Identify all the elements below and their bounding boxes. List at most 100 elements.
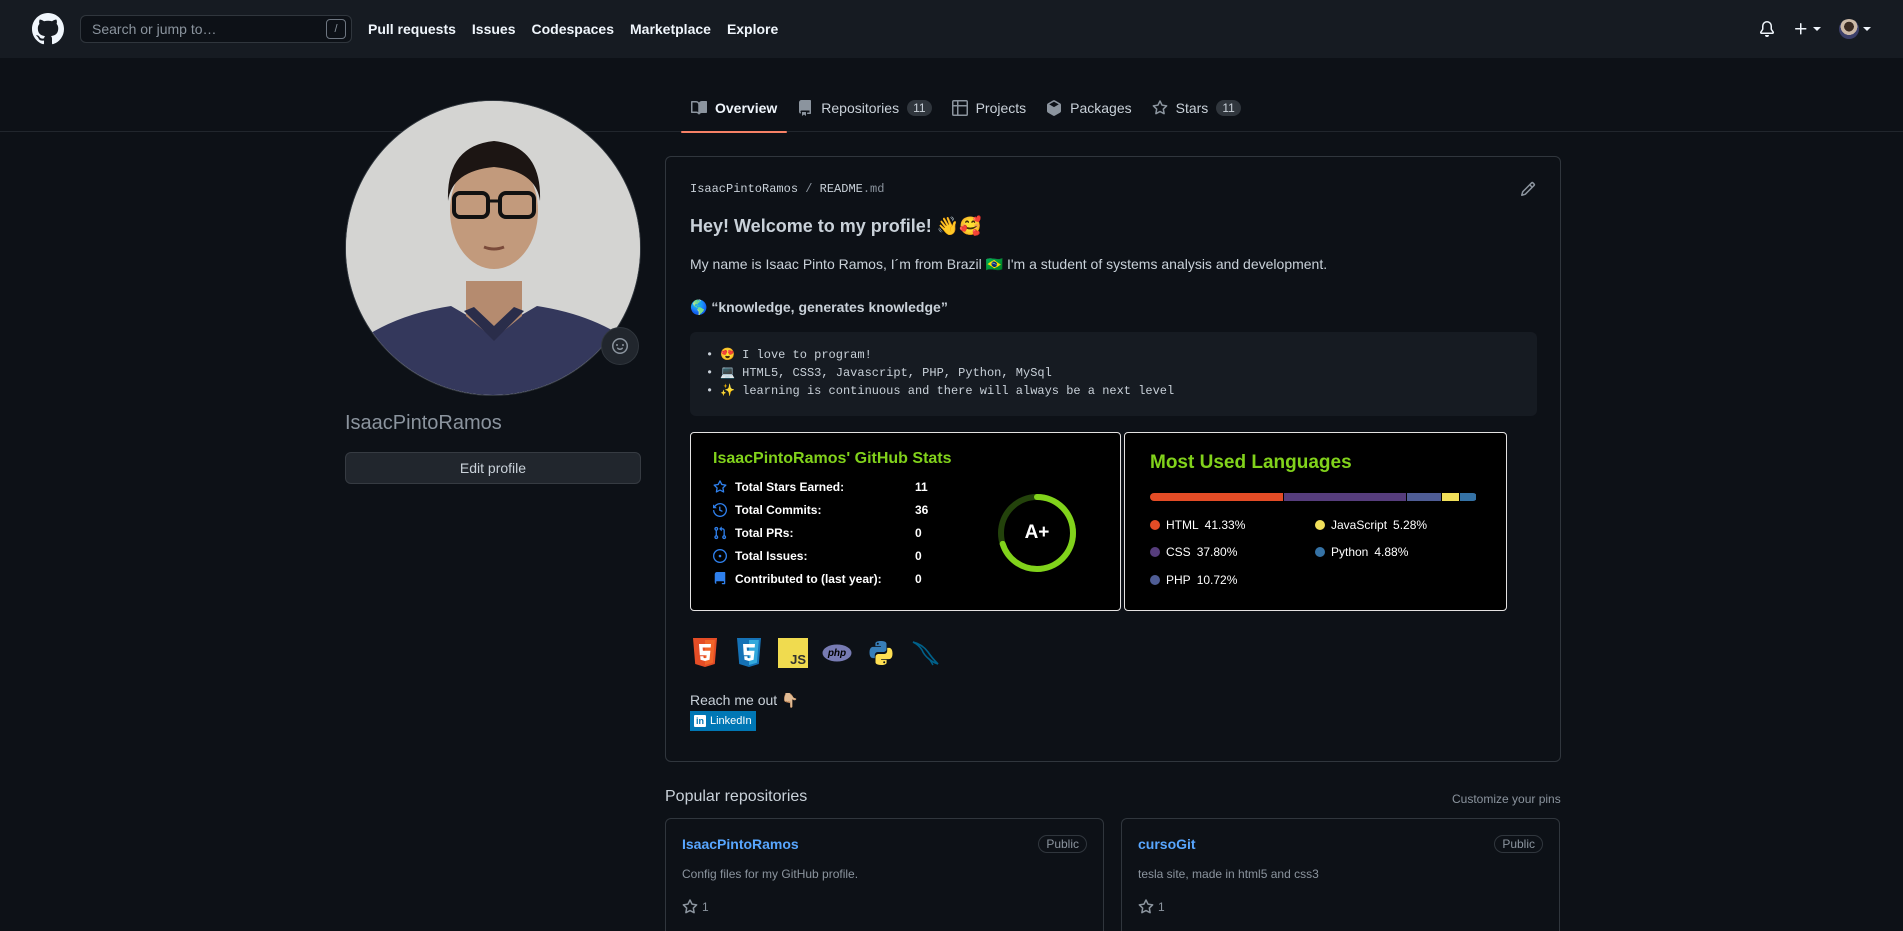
tab-overview[interactable]: Overview xyxy=(681,84,788,133)
tab-repositories-label: Repositories xyxy=(821,100,900,116)
list-item: 💻 HTML5, CSS3, Javascript, PHP, Python, … xyxy=(706,364,1521,382)
issue-icon xyxy=(713,549,727,563)
javascript-icon-label: JS xyxy=(790,652,806,667)
user-menu[interactable] xyxy=(1839,19,1871,39)
star-icon xyxy=(713,480,727,493)
repo-stars[interactable]: 1 xyxy=(1138,899,1165,915)
language-name: Python xyxy=(1331,545,1369,559)
tab-packages[interactable]: Packages xyxy=(1036,84,1141,132)
language-dot xyxy=(1150,575,1160,585)
nav-pull-requests[interactable]: Pull requests xyxy=(368,21,456,37)
edit-profile-button[interactable]: Edit profile xyxy=(345,452,641,484)
php-icon-label: php xyxy=(827,648,847,659)
top-languages-card[interactable]: Most Used Languages HTML 41.33% CSS 37.8… xyxy=(1124,432,1507,611)
language-name: CSS xyxy=(1166,545,1191,559)
language-name: JavaScript xyxy=(1331,518,1388,532)
github-stats-card[interactable]: IsaacPintoRamos' GitHub Stats Total Star… xyxy=(690,432,1121,611)
stat-row-issues: Total Issues: 0 xyxy=(713,549,945,563)
package-icon xyxy=(1047,100,1062,116)
tab-overview-label: Overview xyxy=(715,100,778,116)
tab-stars[interactable]: Stars 11 xyxy=(1142,84,1251,132)
repo-icon xyxy=(799,100,812,116)
set-status-button[interactable] xyxy=(601,327,639,365)
repo-card: cursoGit Public tesla site, made in html… xyxy=(1121,818,1560,931)
create-new-icon[interactable] xyxy=(1793,21,1821,37)
language-dot xyxy=(1315,520,1325,530)
css3-icon xyxy=(734,638,764,668)
readme-crumb-ext: .md xyxy=(862,182,885,196)
profile-tabs: Overview Repositories 11 Projects Packag… xyxy=(681,84,1251,133)
tab-stars-label: Stars xyxy=(1175,100,1209,116)
readme-crumb-user[interactable]: IsaacPintoRamos xyxy=(690,182,798,196)
profile-avatar[interactable] xyxy=(345,100,641,396)
repo-name-link[interactable]: IsaacPintoRamos xyxy=(682,836,799,852)
readme-heading: Hey! Welcome to my profile! 👋🥰 xyxy=(690,216,982,236)
stat-label: Total Stars Earned: xyxy=(735,480,845,494)
repo-star-count: 1 xyxy=(702,900,709,914)
star-icon xyxy=(1152,100,1168,115)
readme-crumb-separator: / xyxy=(805,182,813,196)
stat-row-stars: Total Stars Earned: 11 xyxy=(713,480,945,494)
avatar xyxy=(1839,19,1859,39)
star-icon xyxy=(682,899,698,914)
language-bar-segment xyxy=(1460,493,1476,501)
language-percent: 5.28% xyxy=(1393,518,1428,532)
language-name: PHP xyxy=(1166,573,1191,587)
stat-value: 36 xyxy=(915,503,929,517)
pencil-icon[interactable] xyxy=(1520,181,1536,200)
html5-icon xyxy=(690,638,720,668)
bell-icon[interactable] xyxy=(1759,21,1775,37)
repo-name-link[interactable]: cursoGit xyxy=(1138,836,1196,852)
stat-row-commits: Total Commits: 36 xyxy=(713,503,945,517)
list-item: ✨ learning is continuous and there will … xyxy=(706,382,1521,400)
tab-projects-label: Projects xyxy=(975,100,1027,116)
reach-me-text: Reach me out 👇🏼 xyxy=(690,692,799,708)
linkedin-label: LinkedIn xyxy=(710,715,752,727)
search-input[interactable]: Search or jump to… / xyxy=(80,15,352,43)
language-bar-segment xyxy=(1442,493,1460,501)
linkedin-badge[interactable]: in LinkedIn xyxy=(690,711,756,731)
language-item-html: HTML 41.33% xyxy=(1150,518,1245,532)
global-header: Search or jump to… / Pull requests Issue… xyxy=(0,0,1903,58)
stat-row-contributed: Contributed to (last year): 0 xyxy=(713,572,945,586)
language-dot xyxy=(1150,520,1160,530)
pull-request-icon xyxy=(714,526,727,540)
nav-marketplace[interactable]: Marketplace xyxy=(630,21,711,37)
grade-label: A+ xyxy=(1024,522,1050,543)
smiley-icon xyxy=(612,338,628,354)
nav-explore[interactable]: Explore xyxy=(727,21,778,37)
repo-icon xyxy=(714,572,726,585)
history-icon xyxy=(713,503,727,517)
readme-code-block: 😍 I love to program! 💻 HTML5, CSS3, Java… xyxy=(690,332,1537,416)
python-icon xyxy=(866,638,896,668)
nav-codespaces[interactable]: Codespaces xyxy=(532,21,614,37)
language-item-css: CSS 37.80% xyxy=(1150,545,1237,559)
star-icon xyxy=(1138,899,1154,914)
global-nav: Pull requests Issues Codespaces Marketpl… xyxy=(368,21,778,37)
language-dot xyxy=(1150,547,1160,557)
table-icon xyxy=(951,100,968,116)
language-percent: 41.33% xyxy=(1204,518,1246,532)
stat-value: 0 xyxy=(915,526,922,540)
stat-label: Contributed to (last year): xyxy=(735,572,882,586)
github-logo-icon[interactable] xyxy=(32,13,64,45)
javascript-icon: JS xyxy=(778,638,808,668)
repositories-count-badge: 11 xyxy=(907,100,932,116)
linkedin-icon: in xyxy=(694,715,706,727)
chevron-down-icon xyxy=(1813,27,1821,31)
repo-description: tesla site, made in html5 and css3 xyxy=(1138,867,1319,881)
profile-readme: IsaacPintoRamos / README.md Hey! Welcome… xyxy=(665,156,1561,762)
nav-issues[interactable]: Issues xyxy=(472,21,516,37)
language-bar-segment xyxy=(1406,493,1442,501)
customize-pins-link[interactable]: Customize your pins xyxy=(1452,792,1561,806)
readme-intro: My name is Isaac Pinto Ramos, I´m from B… xyxy=(690,256,1328,272)
list-item: 😍 I love to program! xyxy=(706,346,1521,364)
tab-repositories[interactable]: Repositories 11 xyxy=(787,84,941,132)
repo-stars[interactable]: 1 xyxy=(682,899,709,915)
search-placeholder: Search or jump to… xyxy=(92,21,217,37)
chevron-down-icon xyxy=(1863,27,1871,31)
languages-title: Most Used Languages xyxy=(1150,452,1352,473)
visibility-badge: Public xyxy=(1038,835,1087,853)
tab-projects[interactable]: Projects xyxy=(942,84,1037,132)
stat-label: Total Commits: xyxy=(735,503,822,517)
